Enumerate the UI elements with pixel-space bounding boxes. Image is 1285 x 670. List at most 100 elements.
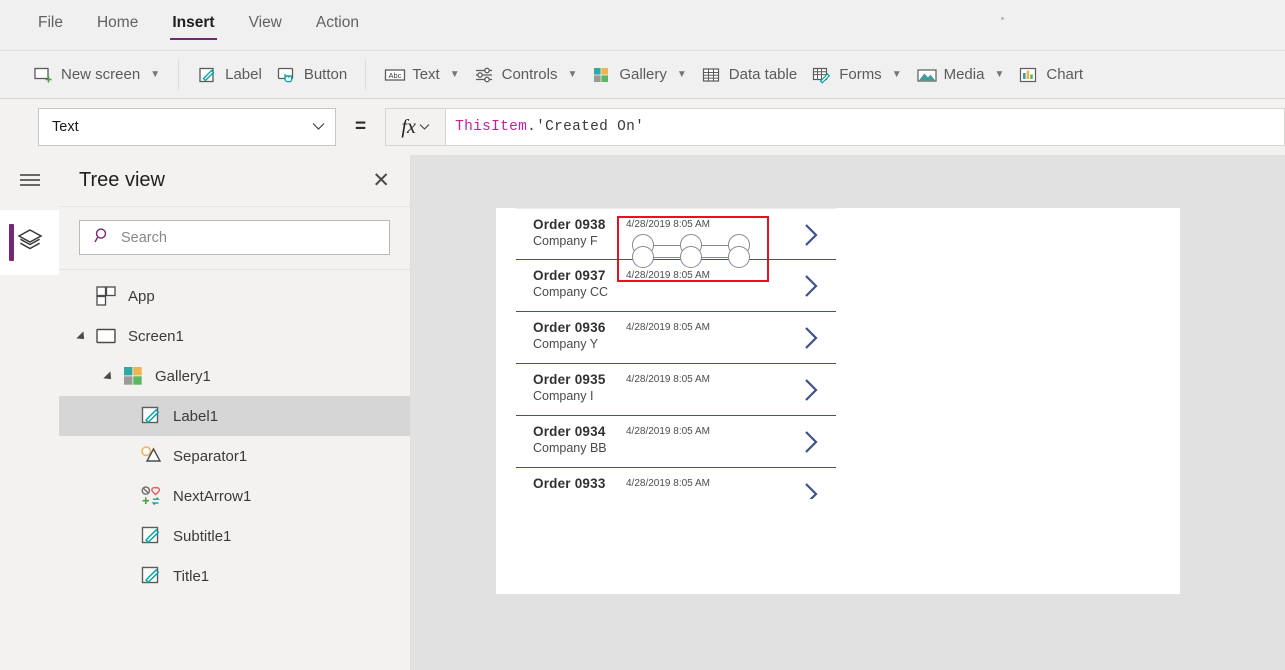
close-icon[interactable]: ✕ [372, 170, 390, 191]
svg-text:Abc: Abc [389, 71, 402, 80]
chevron-down-icon-fx [419, 118, 430, 136]
expand-caret-icon-screen1[interactable] [76, 331, 88, 343]
ribbon-group-screens: New screen ▼ [0, 50, 178, 99]
next-arrow-icon[interactable] [803, 274, 820, 303]
gallery-row-title: Order 0938 [533, 217, 606, 232]
new-screen-button[interactable]: New screen ▼ [26, 61, 167, 89]
resize-handle-bottom-center[interactable] [680, 246, 702, 268]
search-input[interactable]: Search [79, 220, 390, 255]
new-screen-icon [33, 65, 53, 85]
equals-sign: = [355, 116, 367, 137]
insert-controls-label: Controls [501, 66, 558, 83]
hamburger-menu-button[interactable] [0, 155, 59, 210]
chevron-down-icon-forms: ▼ [891, 69, 902, 80]
gallery-row-date: 4/28/2019 8:05 AM [626, 374, 710, 385]
next-arrow-icon[interactable] [803, 223, 820, 252]
label-icon [140, 525, 162, 547]
insert-charts-button[interactable]: Chart [1011, 61, 1090, 89]
shapes-icon [140, 445, 162, 467]
app-canvas-area: Order 0938 Company F 4/28/2019 8:05 AM O… [411, 155, 1285, 670]
insert-button-button[interactable]: Button [269, 61, 354, 89]
chevron-down-icon-text: ▼ [449, 69, 460, 80]
insert-data-table-label: Data table [728, 66, 798, 83]
gallery-row[interactable]: Order 0936 Company Y 4/28/2019 8:05 AM [516, 312, 836, 364]
tree-item-gallery1-label: Gallery1 [155, 367, 211, 385]
gallery-control[interactable]: Order 0938 Company F 4/28/2019 8:05 AM O… [516, 208, 836, 518]
gallery-row[interactable]: Order 0935 Company I 4/28/2019 8:05 AM [516, 364, 836, 416]
insert-charts-label: Chart [1046, 66, 1084, 83]
gallery-row[interactable]: Order 0938 Company F 4/28/2019 8:05 AM [516, 208, 836, 260]
app-icon [95, 285, 117, 307]
property-selector-dropdown[interactable]: Text [38, 108, 336, 146]
resize-handle-bottom-left[interactable] [632, 246, 654, 268]
tree-view-list: App Screen1 Gallery1 Label1 Separator1 N… [59, 270, 410, 596]
tree-item-subtitle1[interactable]: Subtitle1 [59, 516, 410, 556]
gallery-row[interactable]: Order 0937 Company CC 4/28/2019 8:05 AM [516, 260, 836, 312]
powerapps-studio-window: File Home Insert View Action New screen … [0, 0, 1285, 670]
chevron-down-icon-gallery: ▼ [676, 69, 687, 80]
search-placeholder: Search [121, 229, 167, 246]
insert-forms-button[interactable]: Forms ▼ [804, 61, 908, 89]
charts-icon [1018, 65, 1038, 85]
insert-gallery-button[interactable]: Gallery ▼ [584, 61, 693, 89]
screen-icon [95, 325, 117, 347]
next-arrow-icon[interactable] [803, 326, 820, 355]
insert-text-button[interactable]: Abc Text ▼ [377, 61, 466, 89]
insert-controls-button[interactable]: Controls ▼ [467, 61, 585, 89]
tree-view-layers-icon [16, 227, 44, 258]
insert-gallery-label: Gallery [619, 66, 667, 83]
menu-item-action[interactable]: Action [314, 10, 361, 40]
gallery-row-title: Order 0935 [533, 372, 606, 387]
menu-item-insert[interactable]: Insert [170, 10, 217, 40]
tree-item-gallery1[interactable]: Gallery1 [59, 356, 410, 396]
gallery-row-subtitle: Company F [533, 234, 598, 248]
gallery-row-date: 4/28/2019 8:05 AM [626, 478, 710, 489]
gallery-row-subtitle: Company CC [533, 285, 609, 299]
formula-token-rest: .'Created On' [527, 119, 645, 135]
gallery-row[interactable]: Order 0933 4/28/2019 8:05 AM [516, 468, 836, 499]
tree-item-label1[interactable]: Label1 [59, 396, 410, 436]
next-arrow-icon[interactable] [803, 378, 820, 407]
gallery-row[interactable]: Order 0934 Company BB 4/28/2019 8:05 AM [516, 416, 836, 468]
new-screen-label: New screen [61, 66, 141, 83]
insert-forms-label: Forms [839, 66, 882, 83]
controls-sliders-icon [474, 65, 494, 85]
insert-media-button[interactable]: Media ▼ [909, 61, 1012, 89]
formula-input[interactable]: ThisItem .'Created On' [446, 108, 1285, 146]
insert-label-button[interactable]: Label [190, 61, 269, 89]
tree-item-separator1-label: Separator1 [173, 447, 248, 465]
tree-item-subtitle1-label: Subtitle1 [173, 527, 232, 545]
resize-handle-bottom-right[interactable] [728, 246, 750, 268]
insert-data-table-button[interactable]: Data table [694, 61, 804, 89]
label-icon [140, 405, 162, 427]
screen-preview[interactable]: Order 0938 Company F 4/28/2019 8:05 AM O… [496, 208, 1180, 594]
search-icon [94, 227, 111, 249]
tree-item-screen1[interactable]: Screen1 [59, 316, 410, 356]
menu-item-view[interactable]: View [247, 10, 284, 40]
tree-item-app-label: App [128, 287, 155, 305]
tree-view-header: Tree view ✕ [59, 155, 410, 207]
tree-item-separator1[interactable]: Separator1 [59, 436, 410, 476]
tree-item-label1-label: Label1 [173, 407, 219, 425]
next-arrow-icon[interactable] [803, 482, 820, 499]
expand-caret-icon-gallery1[interactable] [103, 371, 115, 383]
tree-view-search-wrap: Search [59, 207, 410, 270]
insert-media-label: Media [943, 66, 985, 83]
ribbon-group-controls: Abc Text ▼ Controls ▼ Gallery ▼ Data tab… [366, 50, 1101, 99]
next-arrow-icon[interactable] [803, 430, 820, 459]
tree-item-app[interactable]: App [59, 276, 410, 316]
tree-item-title1[interactable]: Title1 [59, 556, 410, 596]
hamburger-icon [18, 172, 42, 193]
tree-item-screen1-label: Screen1 [128, 327, 184, 345]
chevron-down-icon: ▼ [150, 69, 161, 80]
menu-item-home[interactable]: Home [95, 10, 140, 40]
gallery-row-date: 4/28/2019 8:05 AM [626, 219, 710, 230]
rail-item-tree-view[interactable] [0, 210, 59, 275]
gallery-icon [122, 365, 144, 387]
gallery-row-subtitle: Company I [533, 389, 594, 403]
insert-text-label: Text [412, 66, 440, 83]
fx-button[interactable]: fx [385, 108, 447, 146]
menu-item-file[interactable]: File [36, 10, 65, 40]
tree-item-nextarrow1[interactable]: NextArrow1 [59, 476, 410, 516]
label-icon [197, 65, 217, 85]
